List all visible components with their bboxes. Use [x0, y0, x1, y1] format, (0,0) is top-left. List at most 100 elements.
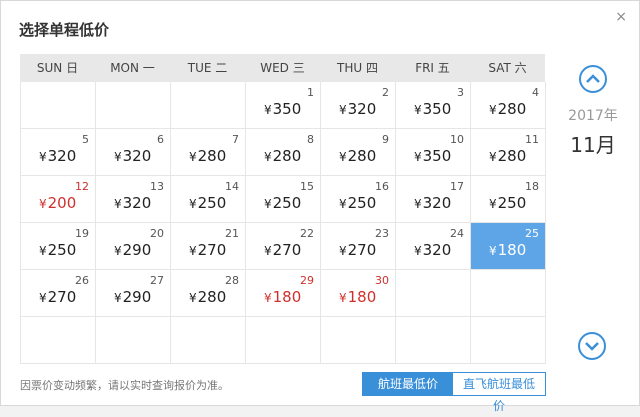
- day-price: 250: [339, 194, 377, 212]
- day-price: 320: [414, 241, 452, 259]
- price-calendar-dialog: 选择单程低价 × SUN 日 MON 一 TUE 二 WED 三 THU 四 F…: [0, 0, 640, 413]
- calendar-day-cell[interactable]: 26270: [21, 270, 96, 317]
- day-price: 280: [489, 100, 527, 118]
- weekday-wed: WED 三: [260, 61, 305, 75]
- day-number: 27: [150, 274, 164, 287]
- calendar: SUN 日 MON 一 TUE 二 WED 三 THU 四 FRI 五 SAT …: [20, 54, 546, 364]
- day-price: 180: [264, 288, 302, 306]
- day-price: 290: [114, 241, 152, 259]
- day-number: 9: [382, 133, 389, 146]
- calendar-day-cell[interactable]: 20290: [96, 223, 171, 270]
- weekday-sun: SUN 日: [36, 61, 79, 75]
- tab-lowest-price[interactable]: 航班最低价: [363, 373, 453, 395]
- day-price: 280: [264, 147, 302, 165]
- day-number: 25: [525, 227, 539, 240]
- price-disclaimer: 因票价变动频繁，请以实时查询报价为准。: [20, 379, 229, 392]
- tab-direct-lowest-price[interactable]: 直飞航班最低价: [453, 373, 545, 413]
- day-price: 200: [39, 194, 77, 212]
- calendar-day-cell[interactable]: 14250: [171, 176, 246, 223]
- day-number: 22: [300, 227, 314, 240]
- calendar-day-cell[interactable]: 27290: [96, 270, 171, 317]
- day-price: 270: [339, 241, 377, 259]
- calendar-empty-cell: [471, 270, 546, 317]
- calendar-day-cell[interactable]: 12200: [21, 176, 96, 223]
- calendar-day-cell[interactable]: 19250: [21, 223, 96, 270]
- day-number: 11: [525, 133, 539, 146]
- calendar-day-cell[interactable]: 17320: [396, 176, 471, 223]
- calendar-day-cell[interactable]: 4 280: [471, 82, 546, 129]
- close-icon[interactable]: ×: [615, 9, 627, 25]
- calendar-day-cell[interactable]: 16250: [321, 176, 396, 223]
- calendar-day-cell[interactable]: 13320: [96, 176, 171, 223]
- day-price: 290: [114, 288, 152, 306]
- calendar-day-cell[interactable]: 21270: [171, 223, 246, 270]
- calendar-day-cell[interactable]: 5 320: [21, 129, 96, 176]
- day-number: 1: [307, 86, 314, 99]
- day-price: 350: [264, 100, 302, 118]
- calendar-day-cell[interactable]: 10350: [396, 129, 471, 176]
- day-price: 320: [39, 147, 77, 165]
- day-number: 23: [375, 227, 389, 240]
- calendar-day-cell[interactable]: 6 320: [96, 129, 171, 176]
- day-number: 29: [300, 274, 314, 287]
- calendar-empty-cell: [321, 317, 396, 364]
- day-price: 270: [264, 241, 302, 259]
- weekday-sat: SAT 六: [488, 61, 527, 75]
- calendar-day-cell[interactable]: 18250: [471, 176, 546, 223]
- calendar-day-cell[interactable]: 2 320: [321, 82, 396, 129]
- day-price: 280: [189, 288, 227, 306]
- calendar-empty-cell: [396, 270, 471, 317]
- calendar-day-cell[interactable]: 8 280: [246, 129, 321, 176]
- day-price: 250: [489, 194, 527, 212]
- day-price: 320: [114, 194, 152, 212]
- calendar-day-cell[interactable]: 11280: [471, 129, 546, 176]
- calendar-day-cell[interactable]: 15250: [246, 176, 321, 223]
- chevron-down-icon: [585, 342, 599, 351]
- weekday-thu: THU 四: [337, 61, 378, 75]
- calendar-day-cell[interactable]: 1 350: [246, 82, 321, 129]
- day-price: 350: [414, 100, 452, 118]
- day-number: 10: [450, 133, 464, 146]
- day-number: 19: [75, 227, 89, 240]
- day-number: 7: [232, 133, 239, 146]
- day-price: 180: [489, 241, 527, 259]
- calendar-day-cell[interactable]: 22270: [246, 223, 321, 270]
- calendar-grid: 1350232033504280532063207280828092801035…: [20, 82, 546, 364]
- calendar-day-cell[interactable]: 23270: [321, 223, 396, 270]
- weekday-mon: MON 一: [110, 61, 155, 75]
- calendar-empty-cell: [21, 317, 96, 364]
- calendar-day-cell[interactable]: 24320: [396, 223, 471, 270]
- day-price: 180: [339, 288, 377, 306]
- calendar-day-cell[interactable]: 7 280: [171, 129, 246, 176]
- calendar-day-cell[interactable]: 28280: [171, 270, 246, 317]
- calendar-day-cell[interactable]: 30180: [321, 270, 396, 317]
- dialog-title: 选择单程低价: [19, 21, 110, 39]
- day-number: 30: [375, 274, 389, 287]
- calendar-day-cell[interactable]: 25180: [471, 223, 546, 270]
- day-number: 17: [450, 180, 464, 193]
- day-number: 28: [225, 274, 239, 287]
- calendar-empty-cell: [21, 82, 96, 129]
- day-price: 250: [39, 241, 77, 259]
- day-price: 350: [414, 147, 452, 165]
- price-type-toggle: 航班最低价 直飞航班最低价: [362, 372, 546, 413]
- calendar-empty-cell: [471, 317, 546, 364]
- prev-month-button[interactable]: [579, 65, 607, 93]
- chevron-up-icon: [586, 74, 600, 83]
- day-price: 320: [114, 147, 152, 165]
- day-number: 4: [532, 86, 539, 99]
- day-number: 15: [300, 180, 314, 193]
- day-price: 270: [189, 241, 227, 259]
- next-month-button[interactable]: [578, 332, 606, 360]
- calendar-day-cell[interactable]: 9 280: [321, 129, 396, 176]
- weekday-tue: TUE 二: [187, 61, 228, 75]
- day-number: 8: [307, 133, 314, 146]
- calendar-day-cell[interactable]: 29180: [246, 270, 321, 317]
- day-number: 16: [375, 180, 389, 193]
- day-number: 13: [150, 180, 164, 193]
- calendar-empty-cell: [96, 82, 171, 129]
- day-price: 320: [339, 100, 377, 118]
- day-number: 12: [75, 180, 89, 193]
- month-nav: 2017年 11月: [561, 65, 625, 158]
- calendar-day-cell[interactable]: 3 350: [396, 82, 471, 129]
